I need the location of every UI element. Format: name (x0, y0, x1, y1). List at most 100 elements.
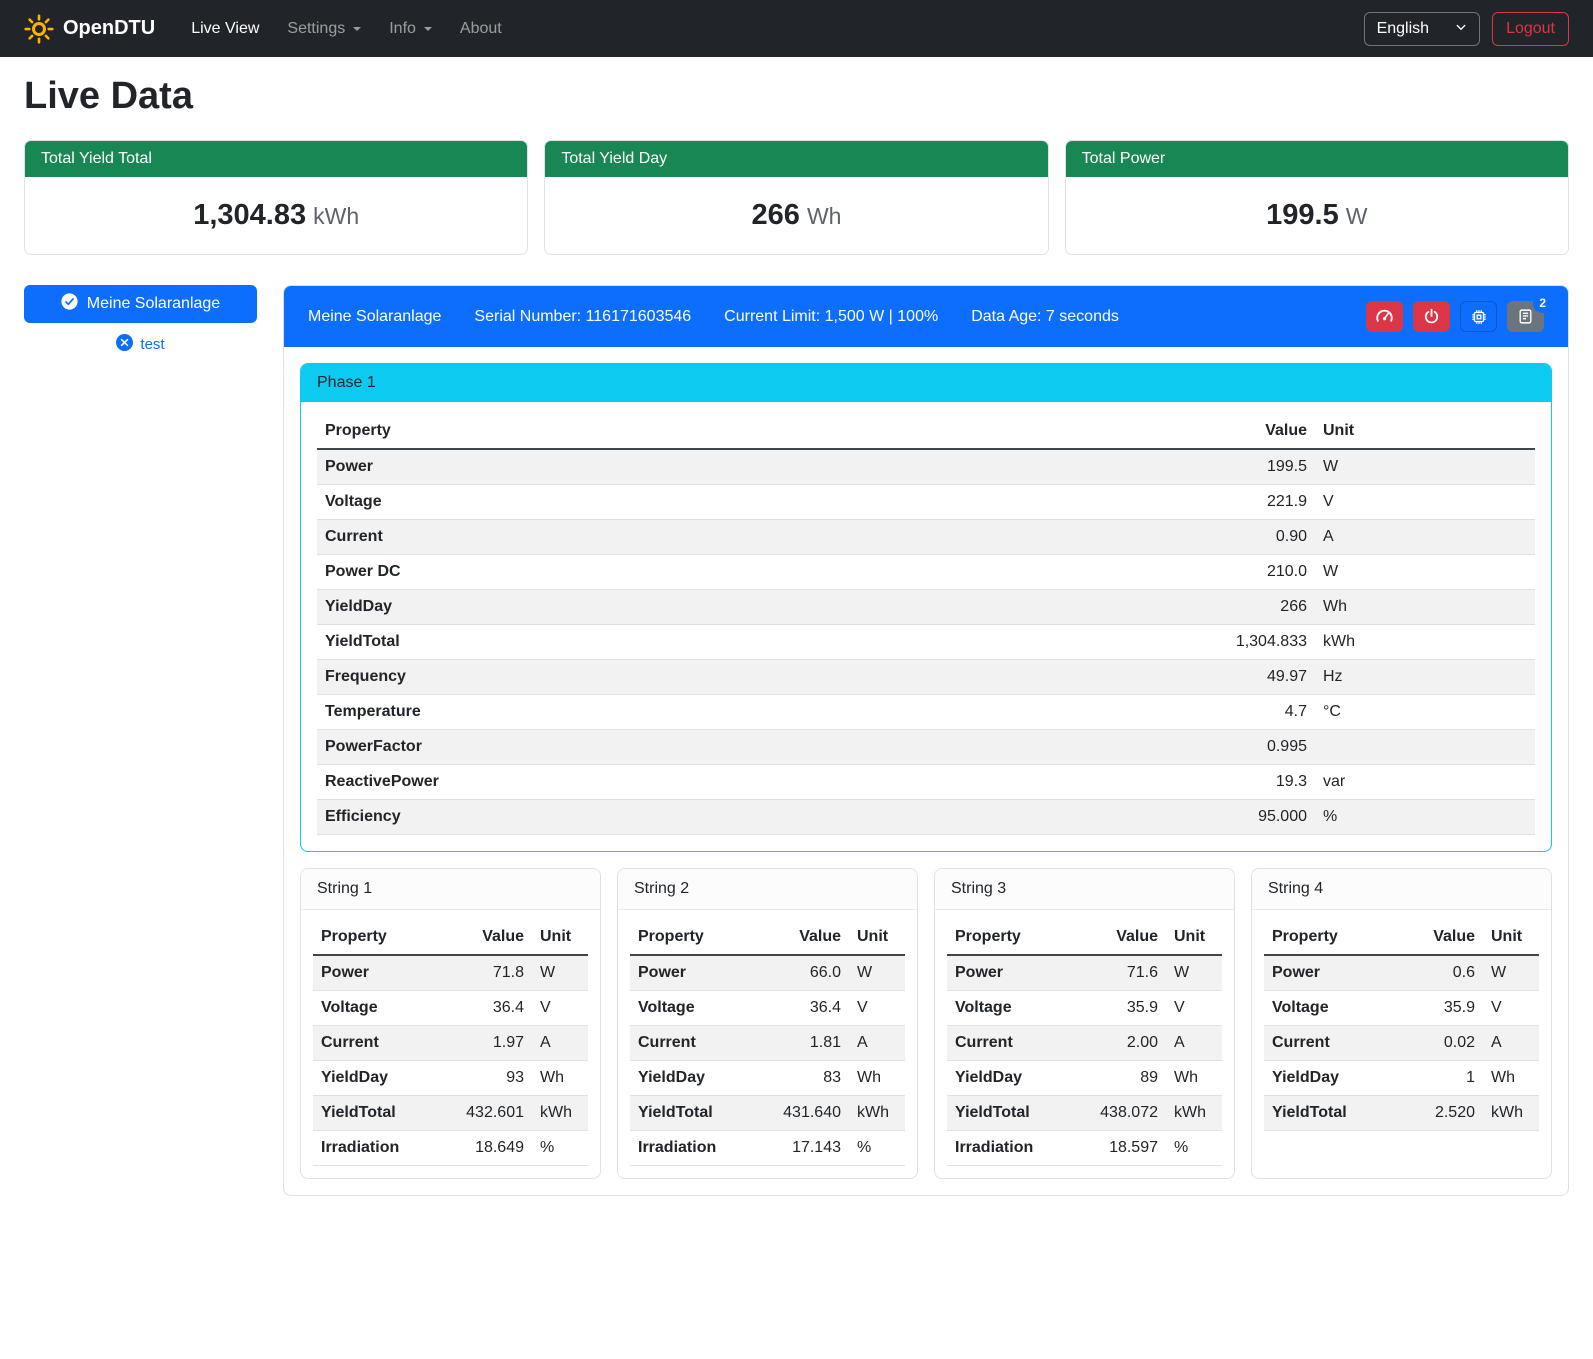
power-button[interactable] (1413, 301, 1450, 332)
nav-item-live-view[interactable]: Live View (177, 12, 273, 46)
unit-cell: W (1315, 449, 1535, 485)
unit-cell: Wh (532, 1061, 588, 1096)
logout-button[interactable]: Logout (1492, 12, 1569, 46)
string-3-card: String 3 Property Value Unit (934, 868, 1235, 1179)
property-cell: YieldDay (1264, 1061, 1385, 1096)
table-row: Frequency 49.97 Hz (317, 660, 1535, 695)
table-row: Power 66.0 W (630, 955, 905, 991)
value-cell: 35.9 (1068, 991, 1166, 1026)
header-value: Value (1195, 414, 1315, 449)
table-row: Voltage 35.9 V (947, 991, 1222, 1026)
limit-settings-button[interactable] (1366, 301, 1403, 332)
value-cell: 66.0 (751, 955, 849, 991)
header-unit: Unit (1483, 920, 1539, 955)
phase-card: Phase 1 Property Value Unit (300, 363, 1552, 852)
property-cell: Power (947, 955, 1068, 991)
table-row: YieldDay 89 Wh (947, 1061, 1222, 1096)
value-cell: 71.6 (1068, 955, 1166, 991)
value-cell: 1,304.833 (1195, 625, 1315, 660)
property-cell: YieldDay (947, 1061, 1068, 1096)
card-body: 266Wh (545, 177, 1047, 254)
string-table: Property Value Unit Power (947, 920, 1222, 1166)
card-unit: kWh (313, 203, 359, 229)
value-cell: 17.143 (751, 1131, 849, 1166)
table-row: YieldDay 83 Wh (630, 1061, 905, 1096)
table-row: YieldDay 93 Wh (313, 1061, 588, 1096)
brand-link[interactable]: OpenDTU (24, 14, 155, 44)
nav-item-settings[interactable]: Settings (273, 12, 375, 46)
value-cell: 83 (751, 1061, 849, 1096)
value-cell: 1.97 (434, 1026, 532, 1061)
table-row: PowerFactor 0.995 (317, 730, 1535, 765)
value-cell: 0.6 (1385, 955, 1483, 991)
property-cell: YieldDay (317, 590, 1195, 625)
unit-cell: W (1166, 955, 1222, 991)
table-head: Property Value Unit (317, 414, 1535, 449)
card-title: Total Power (1066, 141, 1568, 177)
chip-icon (1470, 308, 1488, 326)
header-property: Property (313, 920, 434, 955)
navbar-left: OpenDTU Live View Settings Info About (24, 12, 516, 46)
value-cell: 18.597 (1068, 1131, 1166, 1166)
content-row: Meine Solaranlage test Meine Solaranlage… (24, 285, 1569, 1226)
sidebar-item-test[interactable]: test (24, 334, 257, 355)
unit-cell: V (532, 991, 588, 1026)
property-cell: Current (1264, 1026, 1385, 1061)
value-cell: 210.0 (1195, 555, 1315, 590)
value-cell: 93 (434, 1061, 532, 1096)
value-cell: 89 (1068, 1061, 1166, 1096)
property-cell: Power (630, 955, 751, 991)
table-row: Irradiation 18.597 % (947, 1131, 1222, 1166)
card-body: 1,304.83kWh (25, 177, 527, 254)
string-table: Property Value Unit Power (1264, 920, 1539, 1131)
header-property: Property (630, 920, 751, 955)
property-cell: PowerFactor (317, 730, 1195, 765)
value-cell: 36.4 (434, 991, 532, 1026)
value-cell: 2.00 (1068, 1026, 1166, 1061)
unit-cell: W (1315, 555, 1535, 590)
phase-table-body: Power 199.5 W Voltage 221.9 V (317, 449, 1535, 835)
property-cell: YieldTotal (317, 625, 1195, 660)
chevron-down-icon (424, 27, 432, 31)
unit-cell: kWh (1315, 625, 1535, 660)
page-title: Live Data (24, 75, 1569, 118)
sidebar-item-meine-solaranlage[interactable]: Meine Solaranlage (24, 285, 257, 323)
table-header-row: Property Value Unit (313, 920, 588, 955)
x-circle-icon (116, 334, 133, 355)
unit-cell: W (532, 955, 588, 991)
property-cell: Frequency (317, 660, 1195, 695)
summary-cards-row: Total Yield Total 1,304.83kWh Total Yiel… (24, 140, 1569, 255)
unit-cell: A (1166, 1026, 1222, 1061)
nav-item-info[interactable]: Info (375, 12, 446, 46)
table-head: Property Value Unit (947, 920, 1222, 955)
unit-cell: Wh (1483, 1061, 1539, 1096)
header-unit: Unit (1166, 920, 1222, 955)
value-cell: 221.9 (1195, 485, 1315, 520)
event-log-button[interactable]: 2 (1507, 301, 1544, 332)
unit-cell: W (1483, 955, 1539, 991)
device-info-button[interactable] (1460, 301, 1497, 332)
table-row: Current 2.00 A (947, 1026, 1222, 1061)
table-row: Voltage 36.4 V (313, 991, 588, 1026)
string-table-body: Power 66.0 W Voltage 36.4 V (630, 955, 905, 1166)
nav-item-about[interactable]: About (446, 12, 516, 46)
inverter-card-body: Phase 1 Property Value Unit (284, 347, 1568, 1195)
header-property: Property (947, 920, 1068, 955)
header-value: Value (1068, 920, 1166, 955)
value-cell: 4.7 (1195, 695, 1315, 730)
header-unit: Unit (1315, 414, 1535, 449)
value-cell: 36.4 (751, 991, 849, 1026)
property-cell: Irradiation (313, 1131, 434, 1166)
table-row: YieldTotal 2.520 kWh (1264, 1096, 1539, 1131)
table-head: Property Value Unit (630, 920, 905, 955)
table-row: Irradiation 17.143 % (630, 1131, 905, 1166)
value-cell: 199.5 (1195, 449, 1315, 485)
table-row: Current 1.97 A (313, 1026, 588, 1061)
check-circle-icon (61, 293, 78, 315)
property-cell: Current (317, 520, 1195, 555)
string-table-body: Power 71.6 W Voltage 35.9 V (947, 955, 1222, 1166)
unit-cell: °C (1315, 695, 1535, 730)
language-select[interactable]: English (1364, 12, 1480, 46)
property-cell: Efficiency (317, 800, 1195, 835)
event-count-badge: 2 (1533, 293, 1552, 313)
